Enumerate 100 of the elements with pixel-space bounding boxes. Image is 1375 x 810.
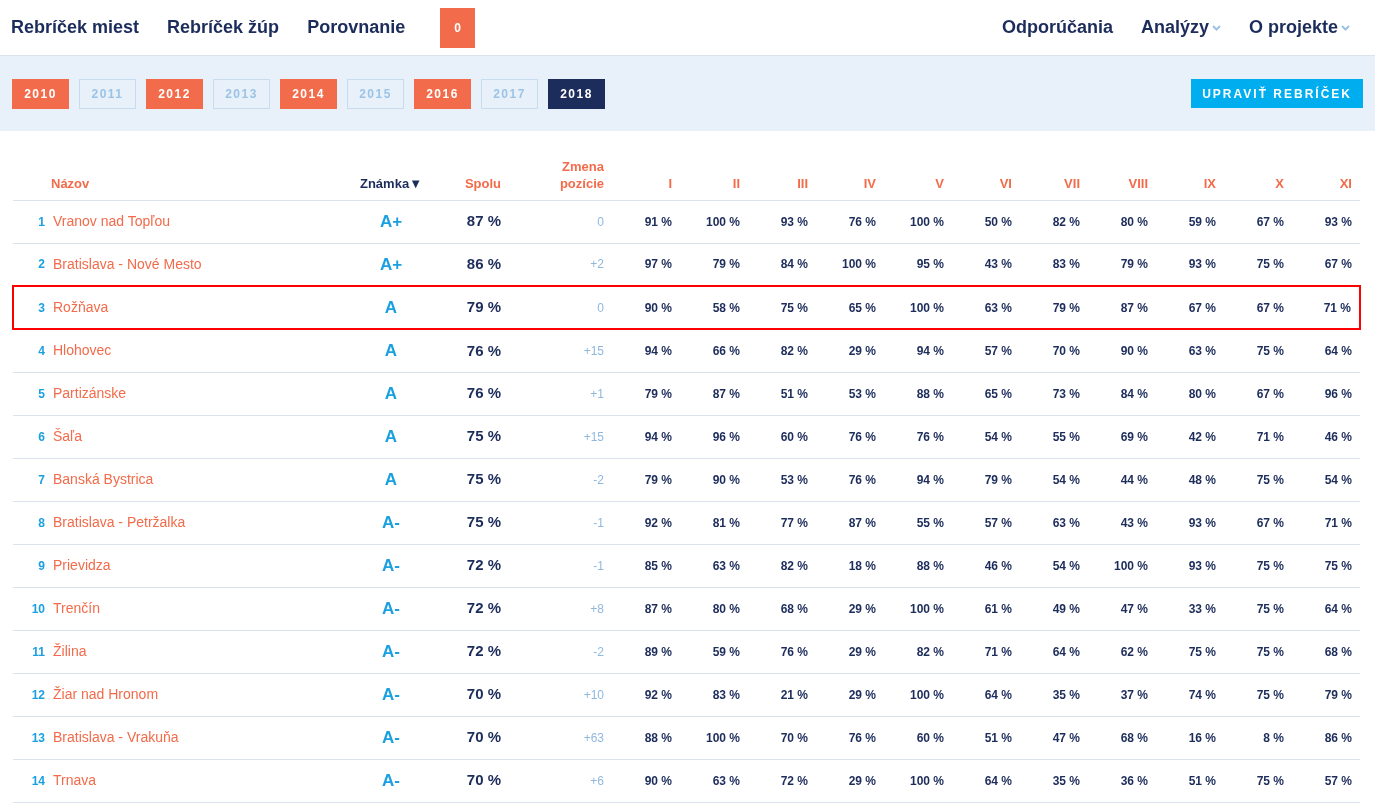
table-cell: 94 % <box>916 472 944 487</box>
year-tab[interactable]: 2014 <box>280 78 337 109</box>
table-cell: 29 % <box>848 773 876 788</box>
city-name[interactable]: Hlohovec <box>53 342 112 359</box>
nav-link[interactable]: Rebríček žúp <box>167 14 280 41</box>
table-cell: 67 % <box>1256 386 1284 401</box>
column-header[interactable]: IX <box>1203 175 1216 191</box>
table-cell: 18 % <box>848 558 876 573</box>
grade: A- <box>382 770 400 790</box>
nav-link[interactable]: Porovnanie <box>307 14 406 41</box>
table-cell: 71 % <box>1323 300 1351 315</box>
table-cell: 100 % <box>909 601 944 616</box>
table-cell: 75 % <box>780 300 808 315</box>
city-name[interactable]: Partizánske <box>53 385 127 401</box>
table-cell: 76 % <box>848 730 876 745</box>
table-cell: 71 % <box>1256 429 1284 444</box>
table-cell: 84 % <box>780 257 808 272</box>
grade: A- <box>382 641 400 661</box>
edit-ranking-button[interactable]: UPRAVIŤ REBRÍČEK <box>1191 79 1363 108</box>
column-header[interactable]: Známka <box>360 175 410 191</box>
table-cell: 21 % <box>780 687 808 702</box>
year-tab[interactable]: 2010 <box>12 78 69 109</box>
compare-count-badge[interactable]: 0 <box>440 7 476 48</box>
rank-number: 13 <box>31 730 45 745</box>
table-cell: 82 % <box>1052 214 1080 229</box>
table-cell: 50 % <box>984 214 1012 229</box>
column-header[interactable]: III <box>797 175 808 191</box>
column-header[interactable]: IV <box>863 175 876 191</box>
city-name[interactable]: Šaľa <box>53 428 82 444</box>
column-header[interactable]: VII <box>1064 175 1080 191</box>
table-cell: 88 % <box>644 730 672 745</box>
table-cell: 63 % <box>984 300 1012 315</box>
city-name[interactable]: Žilina <box>53 643 87 659</box>
table-cell: 100 % <box>705 730 740 745</box>
table-cell: 70 % <box>1052 343 1080 358</box>
table-cell: 90 % <box>644 300 672 315</box>
column-header[interactable]: I <box>668 175 672 191</box>
city-name[interactable]: Trnava <box>53 772 97 788</box>
table-cell: 70 % <box>780 730 808 745</box>
column-header[interactable]: Zmena pozície <box>544 157 604 192</box>
table-cell: 47 % <box>1052 730 1080 745</box>
position-change: 0 <box>597 300 604 315</box>
rank-number: 1 <box>38 214 45 229</box>
nav-link[interactable]: Analýzy <box>1140 14 1221 41</box>
grade: A <box>384 341 398 360</box>
table-cell: 96 % <box>712 429 740 444</box>
table-cell: 92 % <box>644 687 672 702</box>
column-header[interactable]: Názov <box>51 175 90 191</box>
table-cell: 54 % <box>1052 558 1080 573</box>
table-cell: 82 % <box>916 644 944 659</box>
rank-number: 6 <box>38 429 45 444</box>
year-tab[interactable]: 2018 <box>548 78 605 109</box>
table-cell: 67 % <box>1188 300 1216 315</box>
year-tab[interactable]: 2012 <box>146 78 203 109</box>
table-cell: 76 % <box>848 472 876 487</box>
nav-link[interactable]: Odporúčania <box>1001 14 1113 41</box>
rank-number: 10 <box>31 601 45 616</box>
total-score: 76 % <box>466 341 501 359</box>
position-change: +15 <box>583 343 604 358</box>
city-name[interactable]: Trenčín <box>53 600 100 616</box>
table-cell: 75 % <box>1256 773 1284 788</box>
table-cell: 100 % <box>705 214 740 229</box>
table-cell: 100 % <box>909 300 944 315</box>
table-cell: 95 % <box>916 257 944 272</box>
table-cell: 79 % <box>712 257 740 272</box>
table-cell: 67 % <box>1256 214 1284 229</box>
column-header[interactable]: X <box>1275 175 1284 191</box>
table-cell: 63 % <box>712 558 740 573</box>
city-name[interactable]: Žiar nad Hronom <box>53 686 159 702</box>
chevron-down-icon <box>1211 24 1221 31</box>
nav-link[interactable]: O projekte <box>1248 14 1350 41</box>
city-name[interactable]: Rožňava <box>53 299 109 315</box>
city-name[interactable]: Bratislava - Vrakuňa <box>53 729 179 745</box>
table-cell: 100 % <box>909 687 944 702</box>
column-header[interactable]: VIII <box>1128 175 1148 191</box>
nav-link[interactable]: Rebríček miest <box>11 14 140 41</box>
table-cell: 100 % <box>909 214 944 229</box>
column-header[interactable]: XI <box>1339 175 1352 191</box>
city-name[interactable]: Bratislava - Petržalka <box>53 514 186 530</box>
city-name[interactable]: Vranov nad Topľou <box>53 213 170 229</box>
column-header[interactable]: II <box>732 175 740 191</box>
column-header[interactable]: Spolu <box>464 175 501 191</box>
column-header[interactable]: VI <box>999 175 1012 191</box>
column-header[interactable]: V <box>935 175 944 191</box>
city-name[interactable]: Prievidza <box>53 557 111 573</box>
table-cell: 16 % <box>1188 730 1216 745</box>
table-cell: 37 % <box>1120 687 1148 702</box>
city-name[interactable]: Bratislava - Nové Mesto <box>53 255 202 272</box>
grade: A- <box>382 727 400 747</box>
table-cell: 76 % <box>848 214 876 229</box>
city-name[interactable]: Banská Bystrica <box>53 471 154 487</box>
rank-number: 5 <box>38 386 45 401</box>
grade: A- <box>382 684 400 704</box>
year-tab[interactable]: 2016 <box>414 78 471 109</box>
table-cell: 46 % <box>1324 429 1352 444</box>
position-change: +6 <box>590 773 604 788</box>
table-cell: 96 % <box>1324 386 1352 401</box>
table-cell: 62 % <box>1120 644 1148 659</box>
table-cell: 81 % <box>712 515 740 530</box>
total-score: 72 % <box>466 642 501 660</box>
